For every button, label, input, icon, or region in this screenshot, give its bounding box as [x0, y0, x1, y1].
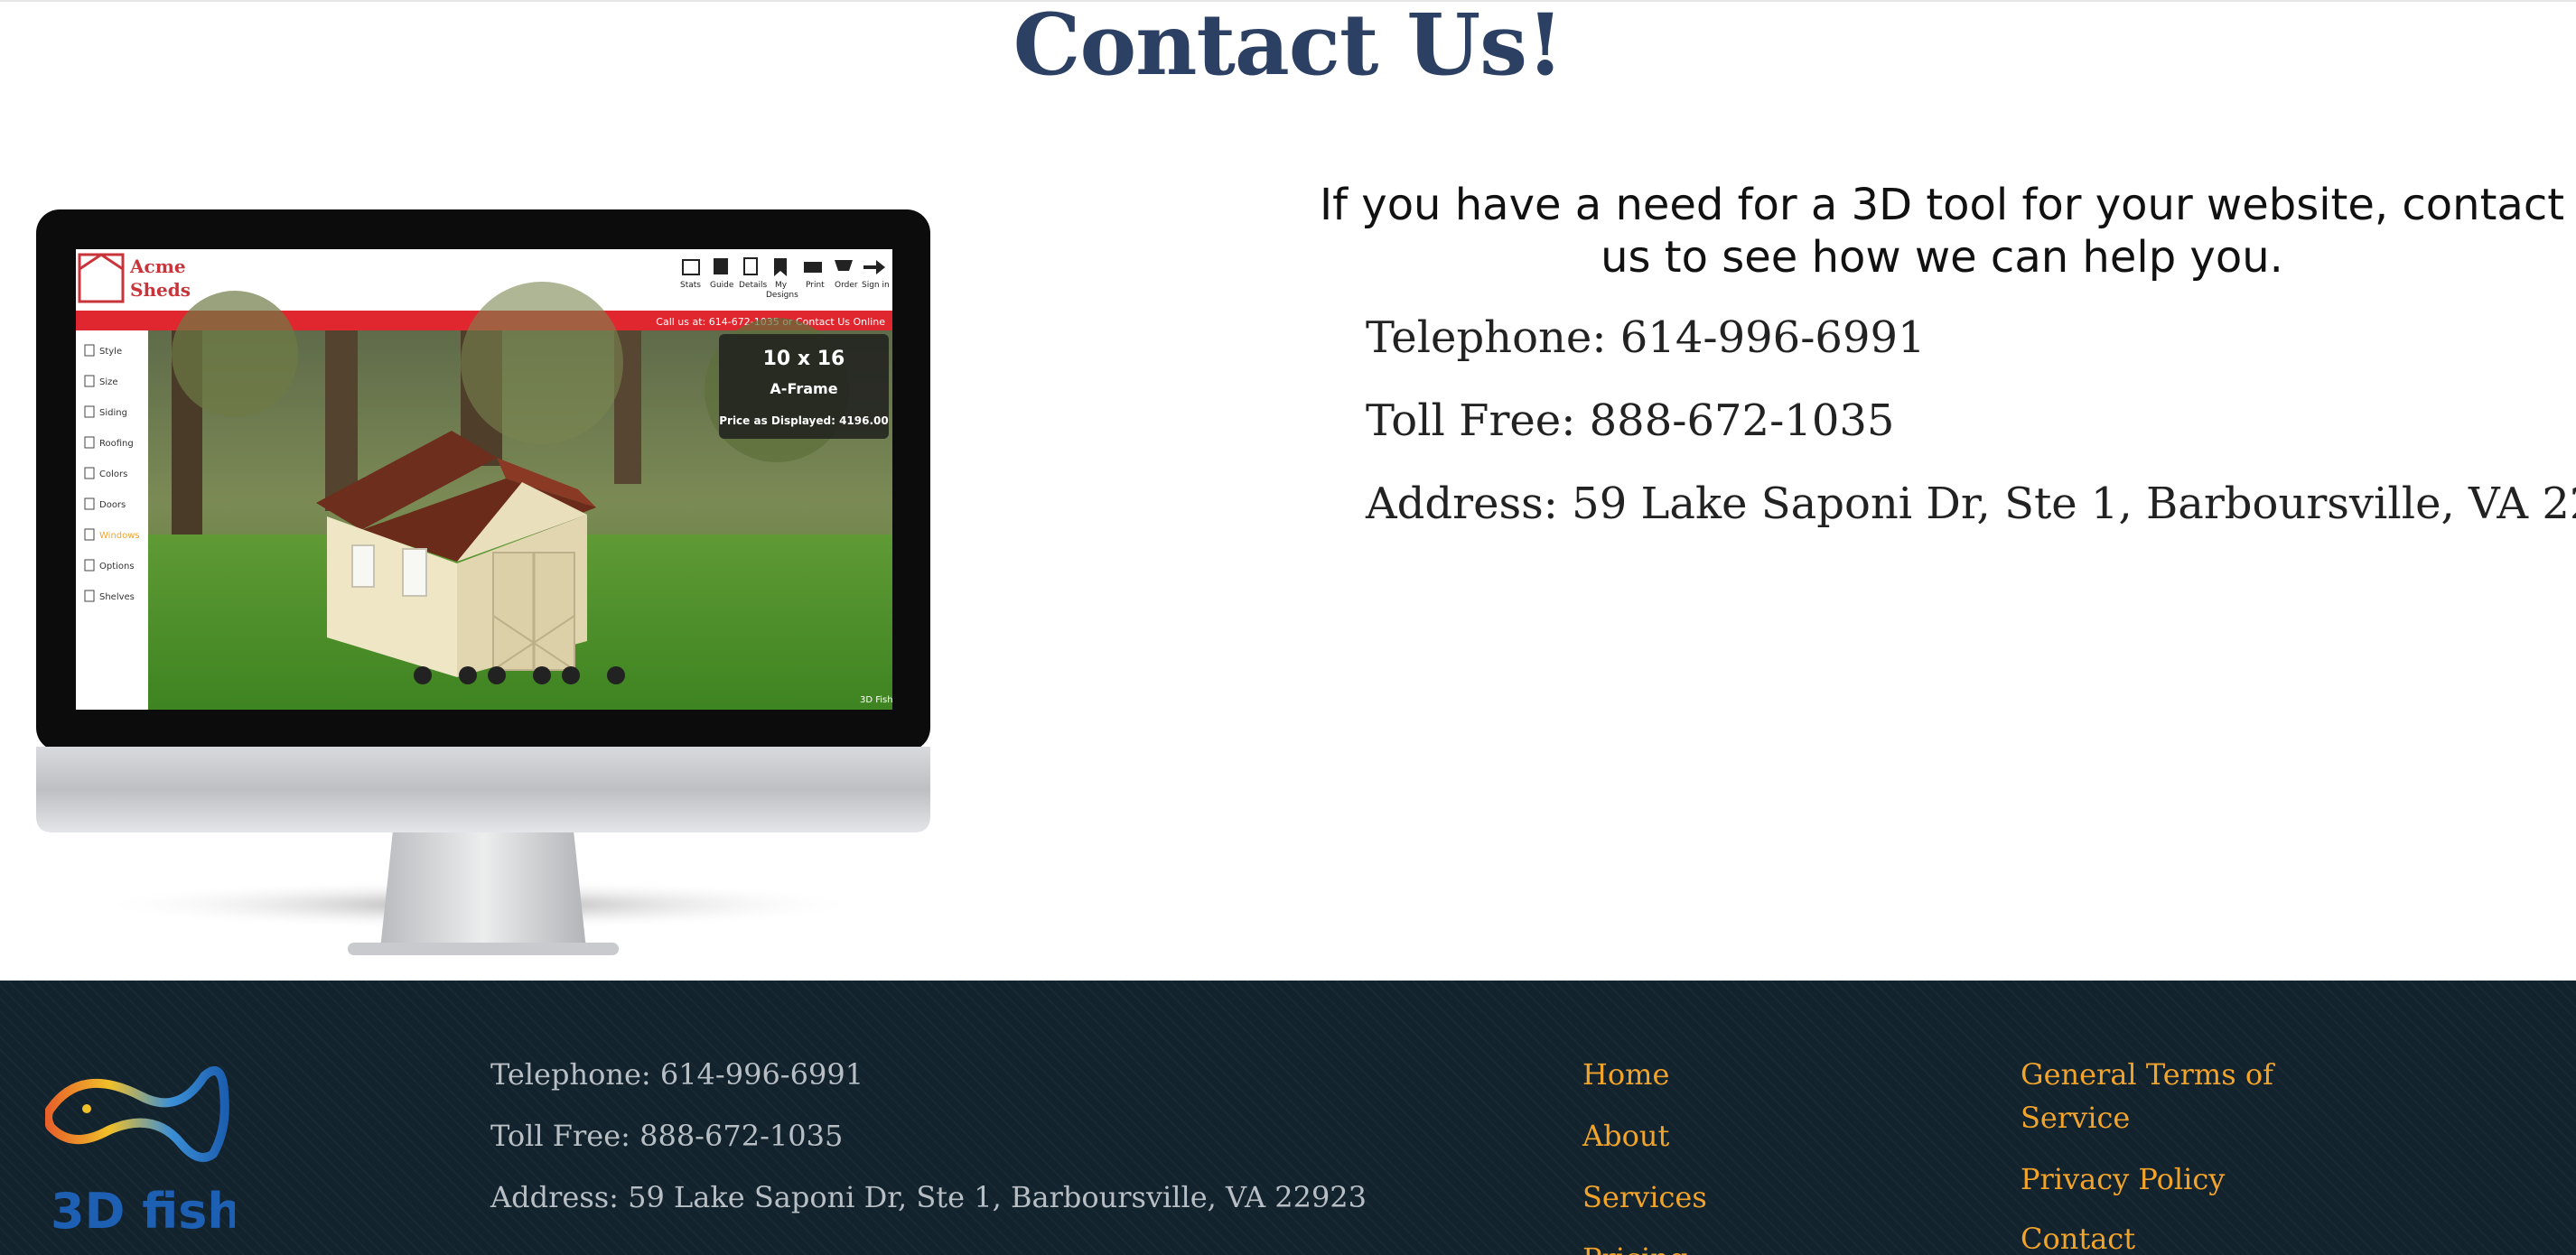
svg-text:My: My	[775, 281, 788, 290]
sidebar-item-roofing: Roofing	[99, 439, 134, 449]
brand-line1: Acme	[129, 256, 186, 277]
intro-text: If you have a need for a 3D tool for you…	[1319, 180, 2565, 283]
sidebar-item-siding: Siding	[99, 408, 127, 418]
footer-link-about[interactable]: About	[1582, 1114, 1669, 1157]
svg-text:Stats: Stats	[680, 281, 701, 290]
monitor-illustration: Acme Sheds Stats Guide Details My Design…	[36, 209, 930, 986]
svg-text:Designs: Designs	[766, 291, 798, 300]
sidebar-item-windows: Windows	[99, 531, 140, 541]
address: Address: 59 Lake Saponi Dr, Ste 1, Barbo…	[1366, 479, 2576, 529]
footer-address: Address: 59 Lake Saponi Dr, Ste 1, Barbo…	[490, 1180, 1367, 1214]
footer-telephone: Telephone: 614-996-6991	[490, 1057, 864, 1092]
sidebar-item-options: Options	[99, 562, 135, 572]
page-title: Contact Us!	[1013, 0, 1564, 95]
toll-free: Toll Free: 888-672-1035	[1366, 395, 1895, 446]
svg-text:Print: Print	[806, 281, 825, 290]
logo-text: 3D fish	[51, 1183, 235, 1237]
screenshot-watermark: 3D Fish	[860, 695, 893, 705]
footer-toll-free: Toll Free: 888-672-1035	[490, 1119, 844, 1153]
telephone: Telephone: 614-996-6991	[1366, 312, 1926, 363]
screenshot-configurator: Acme Sheds Stats Guide Details My Design…	[76, 249, 893, 710]
footer: 3D fish Telephone: 614-996-6991 Toll Fre…	[0, 981, 2576, 1255]
fish-logo[interactable]: 3D fish	[43, 1056, 242, 1240]
sidebar-item-size: Size	[99, 377, 118, 387]
sidebar-item-colors: Colors	[99, 469, 127, 479]
svg-text:Order: Order	[835, 281, 858, 290]
sidebar-item-shelves: Shelves	[99, 592, 135, 602]
svg-text:Guide: Guide	[710, 281, 734, 290]
svg-text:Sign in: Sign in	[862, 281, 890, 290]
shed-price: Price as Displayed: 4196.00	[719, 414, 889, 427]
svg-text:Details: Details	[739, 281, 768, 290]
sidebar-item-doors: Doors	[99, 500, 126, 510]
footer-link-terms[interactable]: General Terms of Service	[2021, 1053, 2319, 1139]
footer-link-privacy[interactable]: Privacy Policy	[2021, 1157, 2225, 1201]
shed-style: A-Frame	[770, 380, 837, 397]
brand-line2: Sheds	[130, 279, 191, 301]
footer-link-contact[interactable]: Contact	[2021, 1217, 2135, 1255]
shed-size: 10 x 16	[763, 348, 845, 370]
footer-link-services[interactable]: Services	[1582, 1176, 1707, 1219]
sidebar-item-style: Style	[99, 347, 122, 357]
footer-link-pricing[interactable]: Pricing	[1582, 1237, 1687, 1255]
footer-link-home[interactable]: Home	[1582, 1053, 1669, 1096]
